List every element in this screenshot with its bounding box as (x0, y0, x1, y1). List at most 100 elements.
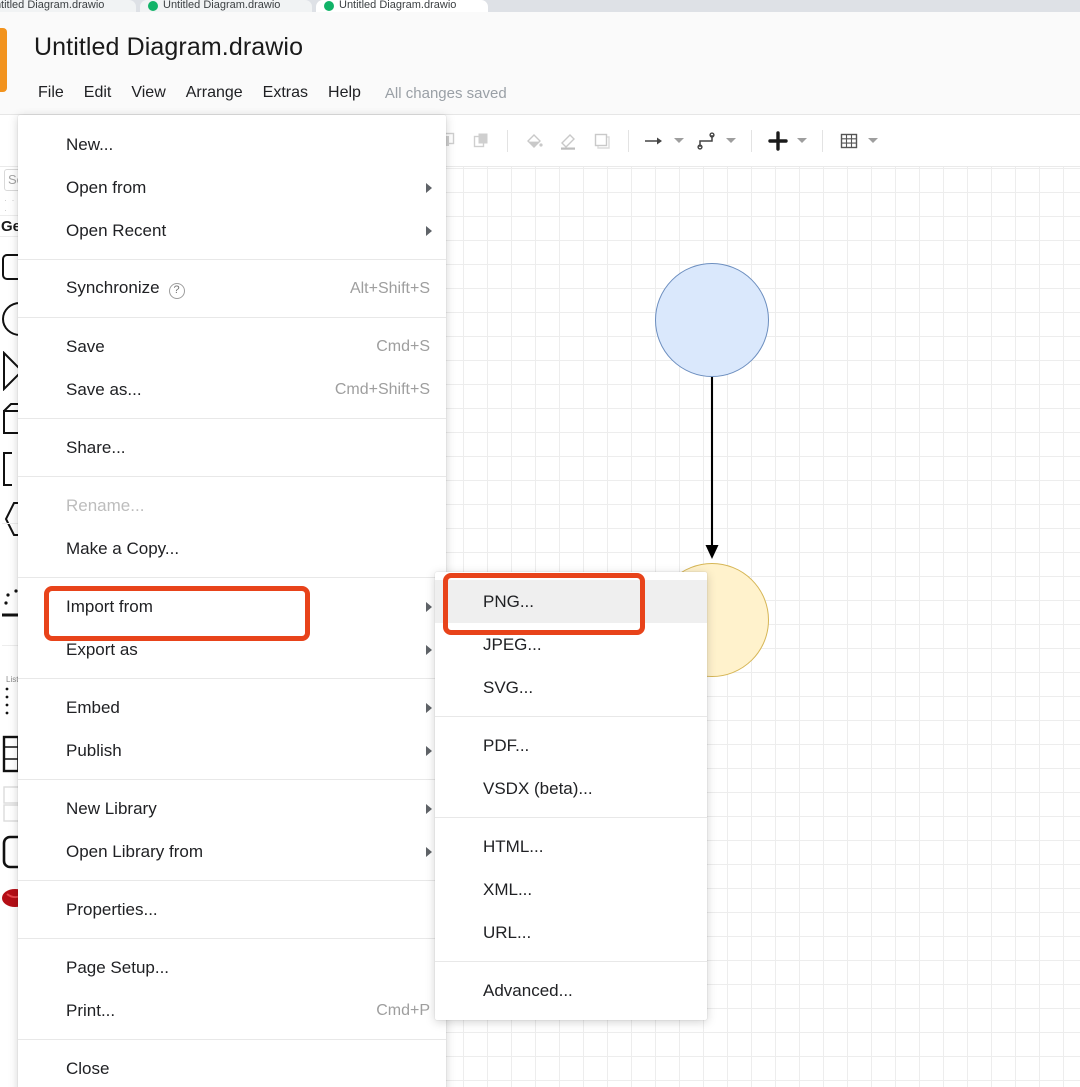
file-menu-item-save[interactable]: Save Cmd+S (18, 325, 446, 368)
drawio-app: Untitled Diagram.drawioUntitled Diagram.… (0, 0, 1080, 1087)
fill-color-icon[interactable] (517, 124, 551, 158)
menu-item-label: Export as (66, 639, 138, 659)
menu-item-label: Share... (66, 437, 126, 457)
waypoints-icon[interactable] (638, 124, 672, 158)
menu-separator (435, 716, 707, 717)
menu-item-label: Advanced... (483, 980, 573, 1000)
save-status-label: All changes saved (384, 84, 507, 102)
chevron-down-icon[interactable] (674, 138, 684, 143)
menu-separator (18, 1039, 446, 1040)
menu-item-label: Save (66, 336, 105, 356)
line-color-icon[interactable] (551, 124, 585, 158)
file-menu-item-save-as[interactable]: Save as... Cmd+Shift+S (18, 368, 446, 411)
file-menu-item-print[interactable]: Print... Cmd+P (18, 989, 446, 1032)
menubar-item-edit[interactable]: Edit (74, 80, 122, 106)
menu-item-label: JPEG... (483, 634, 542, 654)
menubar-item-arrange[interactable]: Arrange (176, 80, 253, 106)
browser-tab-title: Untitled Diagram.drawio (0, 0, 105, 11)
export-menu-item-vsdx-beta[interactable]: VSDX (beta)... (435, 767, 707, 810)
menu-item-label: Properties... (66, 899, 158, 919)
menu-item-label: Save as... (66, 379, 142, 399)
menu-item-shortcut: Cmd+S (376, 337, 430, 355)
file-menu-item-close[interactable]: Close (18, 1047, 446, 1087)
drawio-favicon-icon (148, 1, 158, 11)
menu-item-label: Print... (66, 1000, 116, 1020)
export-as-submenu[interactable]: PNG... JPEG... SVG... PDF... VSDX (beta)... H… (435, 572, 707, 1020)
export-menu-item-pdf[interactable]: PDF... (435, 724, 707, 767)
menubar-item-help[interactable]: Help (318, 80, 371, 106)
file-dropdown-menu[interactable]: New... Open from Open Recent Synchronize? Al… (18, 115, 446, 1087)
export-menu-item-advanced[interactable]: Advanced... (435, 969, 707, 1012)
menu-item-shortcut: Alt+Shift+S (349, 279, 430, 297)
submenu-arrow-icon (426, 601, 432, 612)
menu-separator (435, 961, 707, 962)
to-back-icon[interactable] (464, 124, 498, 158)
file-menu-item-properties[interactable]: Properties... (18, 888, 446, 931)
browser-tab[interactable]: Untitled Diagram.drawio (316, 0, 488, 12)
file-menu-item-share[interactable]: Share... (18, 426, 446, 469)
menu-bar: File Edit View Arrange Extras Help All changes… (34, 80, 507, 106)
file-menu-item-open-library-from[interactable]: Open Library from (18, 830, 446, 873)
file-menu-item-new-library[interactable]: New Library (18, 787, 446, 830)
export-menu-item-svg[interactable]: SVG... (435, 666, 707, 709)
export-menu-item-url[interactable]: URL... (435, 911, 707, 954)
export-menu-item-html[interactable]: HTML... (435, 825, 707, 868)
menu-item-label: Close (66, 1058, 110, 1078)
menu-item-label: Synchronize? (66, 278, 326, 299)
submenu-arrow-icon (426, 644, 432, 655)
submenu-arrow-icon (426, 745, 432, 756)
menu-item-label: Make a Copy... (66, 538, 180, 558)
file-menu-item-page-setup[interactable]: Page Setup... (18, 946, 446, 989)
menu-separator (18, 779, 446, 780)
file-menu-item-import-from[interactable]: Import from (18, 585, 446, 628)
drawio-favicon-icon (324, 1, 334, 11)
menu-item-label: URL... (483, 922, 532, 942)
shadow-icon[interactable] (585, 124, 619, 158)
menu-item-label: PNG... (483, 591, 535, 611)
submenu-arrow-icon (426, 803, 432, 814)
insert-icon[interactable] (761, 124, 795, 158)
toolbar-separator (507, 129, 508, 152)
menu-item-label: PDF... (483, 735, 530, 755)
toolbar-separator (822, 129, 823, 152)
connection-icon[interactable] (690, 124, 724, 158)
drawio-logo-accent (0, 28, 7, 92)
file-menu-item-rename: Rename... (18, 484, 446, 527)
browser-tab[interactable]: Untitled Diagram.drawio (0, 0, 136, 12)
menu-item-label: Embed (66, 697, 120, 717)
browser-tab[interactable]: Untitled Diagram.drawio (140, 0, 312, 12)
file-menu-item-synchronize[interactable]: Synchronize? Alt+Shift+S (18, 267, 446, 310)
chevron-down-icon[interactable] (726, 138, 736, 143)
menubar-item-view[interactable]: View (121, 80, 175, 106)
menu-item-label: Open from (66, 177, 147, 197)
help-icon[interactable]: ? (168, 282, 185, 299)
file-menu-item-new[interactable]: New... (18, 123, 446, 166)
menu-separator (18, 938, 446, 939)
table-icon[interactable] (832, 124, 866, 158)
file-menu-item-open-recent[interactable]: Open Recent (18, 209, 446, 252)
file-menu-item-export-as[interactable]: Export as (18, 628, 446, 671)
submenu-arrow-icon (426, 182, 432, 193)
menu-separator (18, 317, 446, 318)
app-header: Untitled Diagram.drawio File Edit View Arra… (0, 12, 1080, 115)
file-menu-item-publish[interactable]: Publish (18, 729, 446, 772)
start-node[interactable] (655, 263, 769, 377)
file-menu-item-make-a-copy[interactable]: Make a Copy... (18, 527, 446, 570)
file-menu-item-open-from[interactable]: Open from (18, 166, 446, 209)
menubar-item-extras[interactable]: Extras (253, 80, 318, 106)
export-menu-item-png[interactable]: PNG... (435, 580, 707, 623)
browser-tab-title: Untitled Diagram.drawio (339, 0, 457, 11)
chevron-down-icon[interactable] (868, 138, 878, 143)
menu-item-label: New... (66, 134, 114, 154)
document-title: Untitled Diagram.drawio (34, 33, 304, 61)
menu-separator (18, 678, 446, 679)
menu-separator (18, 259, 446, 260)
menu-item-label: Open Library from (66, 841, 203, 861)
file-menu-item-embed[interactable]: Embed (18, 686, 446, 729)
chevron-down-icon[interactable] (797, 138, 807, 143)
menu-item-label: New Library (66, 798, 157, 818)
menu-separator (18, 577, 446, 578)
menubar-item-file[interactable]: File (34, 80, 74, 106)
export-menu-item-jpeg[interactable]: JPEG... (435, 623, 707, 666)
export-menu-item-xml[interactable]: XML... (435, 868, 707, 911)
